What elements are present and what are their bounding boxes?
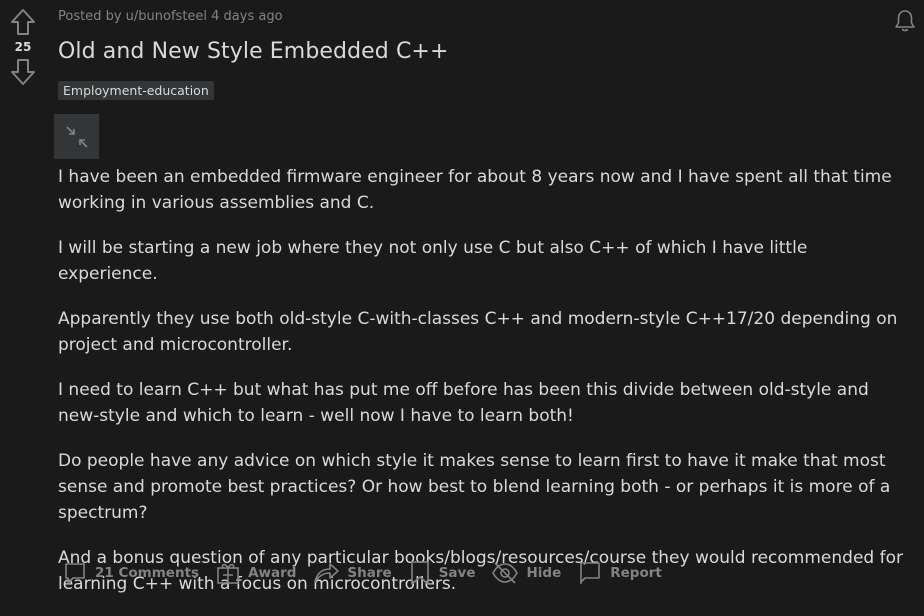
post-body: I have been an embedded firmware enginee… xyxy=(58,164,908,616)
save-button[interactable]: Save xyxy=(400,557,484,589)
notifications-button[interactable] xyxy=(892,8,918,38)
comment-icon xyxy=(65,563,85,584)
upvote-button[interactable] xyxy=(9,8,37,36)
bookmark-icon xyxy=(410,561,429,585)
hide-label: Hide xyxy=(526,565,562,581)
gift-icon xyxy=(217,563,239,584)
vote-column: 25 xyxy=(0,0,46,86)
comments-label: 21 Comments xyxy=(95,565,200,581)
arrow-up-icon xyxy=(11,9,35,35)
save-label: Save xyxy=(438,565,476,581)
post-actions: 21 Comments Award Share Save Hide Report xyxy=(56,557,670,589)
report-label: Report xyxy=(610,565,662,581)
award-button[interactable]: Award xyxy=(207,557,304,589)
report-button[interactable]: Report xyxy=(569,557,670,589)
post-paragraph: I have been an embedded firmware enginee… xyxy=(58,167,892,213)
collapse-icon xyxy=(65,125,88,148)
share-arrow-icon xyxy=(314,563,340,583)
share-label: Share xyxy=(347,565,392,581)
collapse-button[interactable] xyxy=(54,114,99,159)
share-button[interactable]: Share xyxy=(304,557,399,589)
post-title[interactable]: Old and New Style Embedded C++ xyxy=(58,39,448,64)
post-meta[interactable]: Posted by u/bunofsteel 4 days ago xyxy=(58,9,283,24)
post-paragraph: Apparently they use both old-style C-wit… xyxy=(58,309,898,355)
hide-button[interactable]: Hide xyxy=(483,557,569,589)
vote-score: 25 xyxy=(14,40,32,54)
downvote-button[interactable] xyxy=(9,58,37,86)
arrow-down-icon xyxy=(11,59,35,85)
post-paragraph: I need to learn C++ but what has put me … xyxy=(58,380,869,426)
award-label: Award xyxy=(248,565,297,581)
eye-slash-icon xyxy=(492,562,519,584)
post-paragraph: Do people have any advice on which style… xyxy=(58,451,891,523)
post-flair[interactable]: Employment-education xyxy=(58,81,214,100)
bell-icon xyxy=(895,10,915,32)
flag-icon xyxy=(580,562,601,584)
post-paragraph: I will be starting a new job where they … xyxy=(58,238,808,284)
comments-button[interactable]: 21 Comments xyxy=(56,557,207,589)
